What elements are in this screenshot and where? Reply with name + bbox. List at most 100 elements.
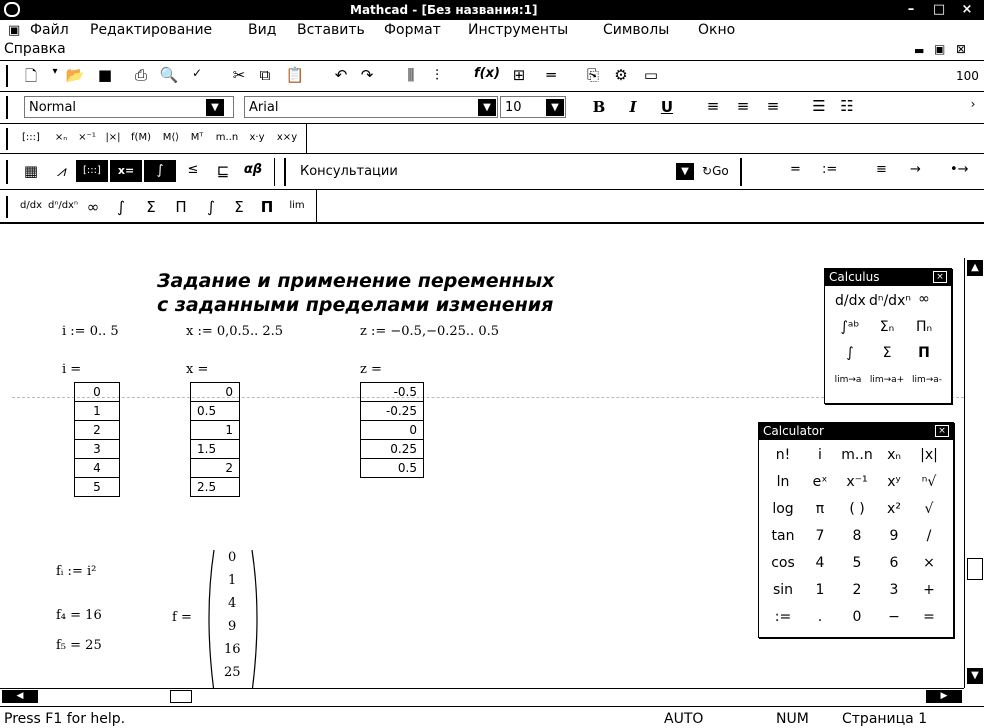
- insert-function-icon[interactable]: f(x): [474, 66, 500, 81]
- calculator-key[interactable]: ⁿ√: [911, 474, 947, 490]
- calculator-key[interactable]: 0: [837, 609, 877, 625]
- derivative-icon[interactable]: d/dx: [18, 200, 44, 211]
- doc-close-icon[interactable]: ⊠: [956, 42, 966, 56]
- definite-integral-icon[interactable]: ∫ᵃᵇ: [835, 319, 865, 335]
- determinant-icon[interactable]: |×|: [100, 132, 126, 143]
- resources-icon[interactable]: ⚙: [608, 66, 634, 84]
- undo-icon[interactable]: ↶: [328, 66, 354, 84]
- redo-icon[interactable]: ↷: [354, 66, 380, 84]
- spellcheck-icon[interactable]: ✓: [184, 66, 210, 80]
- limit-left-icon[interactable]: lim→a-: [907, 375, 947, 385]
- calculator-key[interactable]: tan: [763, 528, 803, 544]
- save-icon[interactable]: ■: [92, 66, 118, 84]
- calculator-panel[interactable]: Calculator × n! i m..n xₙ |x| ln eˣ x⁻¹ xʸ ⁿ√ log π…: [758, 422, 954, 638]
- derivative-icon[interactable]: d/dx: [835, 293, 866, 309]
- graph-toolbar-icon[interactable]: ⩘: [48, 162, 74, 180]
- font-dropdown-icon[interactable]: ▼: [478, 99, 496, 116]
- label-i[interactable]: i =: [62, 362, 81, 377]
- font-select[interactable]: Arial: [244, 96, 498, 118]
- calculator-key[interactable]: 4: [803, 555, 837, 571]
- scroll-thumb[interactable]: [170, 690, 192, 703]
- horizontal-scrollbar[interactable]: ◀ ▶: [0, 688, 964, 704]
- calculator-key[interactable]: :=: [763, 609, 803, 625]
- calculus-panel-header[interactable]: Calculus ×: [825, 269, 951, 286]
- summation-icon[interactable]: Σ: [869, 345, 905, 361]
- definite-integral-icon[interactable]: ∫: [108, 198, 134, 216]
- scroll-up-icon[interactable]: ▲: [967, 260, 983, 276]
- calculator-key[interactable]: eˣ: [803, 474, 837, 490]
- more-icon[interactable]: ›: [960, 97, 984, 111]
- cross-product-icon[interactable]: x×y: [274, 132, 300, 143]
- insert-unit-icon[interactable]: ⊞: [506, 66, 532, 84]
- calculator-key[interactable]: 8: [837, 528, 877, 544]
- calculator-key[interactable]: x⁻¹: [837, 474, 877, 490]
- calculator-key[interactable]: π: [803, 501, 837, 517]
- vectorize-icon[interactable]: f(M): [128, 132, 154, 143]
- def-i[interactable]: i := 0.. 5: [62, 324, 119, 339]
- calculator-key[interactable]: 2: [837, 582, 877, 598]
- style-dropdown-icon[interactable]: ▼: [206, 99, 224, 116]
- range-product-icon[interactable]: Π: [168, 198, 194, 216]
- calculator-key[interactable]: m..n: [837, 447, 877, 463]
- indefinite-integral-icon[interactable]: ∫: [835, 345, 865, 361]
- product-icon[interactable]: Π: [909, 345, 939, 361]
- print-icon[interactable]: ⎙: [128, 66, 154, 84]
- eval-symbolic[interactable]: →: [910, 162, 921, 177]
- scroll-down-icon[interactable]: ▼: [967, 668, 983, 684]
- size-dropdown-icon[interactable]: ▼: [546, 99, 564, 116]
- product-icon[interactable]: Π: [254, 198, 280, 216]
- maximize-button[interactable]: □: [928, 2, 950, 18]
- def-z[interactable]: z := −0.5,−0.25.. 0.5: [360, 324, 499, 339]
- window-icon[interactable]: ▭: [638, 66, 664, 84]
- calculator-panel-header[interactable]: Calculator ×: [759, 423, 953, 440]
- subscript-icon[interactable]: ×ₙ: [48, 132, 74, 143]
- matrix-toolbar-icon[interactable]: [:::]: [76, 160, 108, 182]
- doc-icon[interactable]: ▣: [8, 23, 20, 38]
- calculator-key[interactable]: i: [803, 447, 837, 463]
- underline-button[interactable]: U: [654, 98, 680, 116]
- indefinite-integral-icon[interactable]: ∫: [198, 198, 224, 216]
- menu-help[interactable]: Справка: [4, 41, 66, 57]
- calculator-key[interactable]: 5: [837, 555, 877, 571]
- calculator-key[interactable]: x²: [877, 501, 911, 517]
- dot-product-icon[interactable]: x·y: [244, 132, 270, 143]
- eval-assign[interactable]: :=: [822, 162, 837, 177]
- range-product-icon[interactable]: Πₙ: [909, 319, 939, 335]
- menu-format[interactable]: Формат: [384, 22, 441, 38]
- infinity-icon[interactable]: ∞: [909, 291, 939, 307]
- infinity-icon[interactable]: ∞: [80, 198, 106, 216]
- eval-f4[interactable]: f₄ = 16: [56, 608, 102, 623]
- calculator-key[interactable]: n!: [763, 447, 803, 463]
- menu-symbols[interactable]: Символы: [603, 22, 669, 38]
- calculator-key[interactable]: =: [911, 609, 947, 625]
- f-vector[interactable]: 0 1 4 9 16 25: [202, 546, 264, 688]
- calculator-key[interactable]: 7: [803, 528, 837, 544]
- align-center-icon[interactable]: ≡: [730, 97, 756, 115]
- menu-view[interactable]: Вид: [248, 22, 276, 38]
- calculator-key[interactable]: ln: [763, 474, 803, 490]
- vertical-scrollbar[interactable]: ▲ ▼: [964, 258, 984, 688]
- calculator-toolbar-icon[interactable]: ▦: [18, 162, 44, 180]
- align-down-icon[interactable]: ⫶: [424, 66, 450, 84]
- calculator-key[interactable]: +: [911, 582, 947, 598]
- column-icon[interactable]: M⟨⟩: [158, 132, 184, 143]
- eval-keyword[interactable]: •→: [950, 162, 969, 177]
- zoom-value[interactable]: 100: [956, 69, 979, 83]
- resources-dropdown-icon[interactable]: ▼: [676, 163, 694, 180]
- paste-icon[interactable]: 📋: [282, 66, 308, 84]
- range-sum-icon[interactable]: Σₙ: [869, 319, 905, 335]
- menu-window[interactable]: Окно: [698, 22, 735, 38]
- numbering-icon[interactable]: ☷: [834, 97, 860, 115]
- calculator-key[interactable]: /: [911, 528, 947, 544]
- copy-icon[interactable]: ⧉: [252, 66, 278, 84]
- nth-derivative-icon[interactable]: dⁿ/dxⁿ: [48, 200, 78, 211]
- minimize-button[interactable]: –: [900, 2, 922, 18]
- limit-icon[interactable]: lim: [284, 200, 310, 211]
- calculator-key[interactable]: log: [763, 501, 803, 517]
- italic-button[interactable]: I: [620, 98, 646, 116]
- evaluation-toolbar-icon[interactable]: x=: [110, 160, 142, 182]
- eval-f5[interactable]: f₅ = 25: [56, 638, 102, 653]
- label-f[interactable]: f =: [172, 610, 192, 625]
- scroll-thumb[interactable]: [967, 558, 983, 580]
- calculator-key[interactable]: −: [877, 609, 911, 625]
